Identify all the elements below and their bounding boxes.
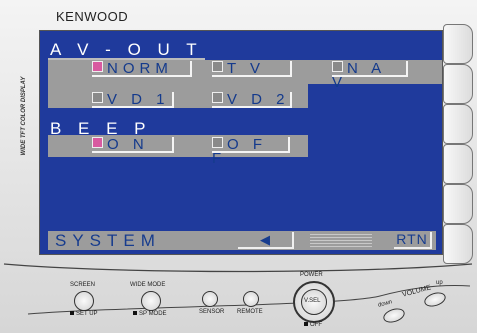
off-label: OFF bbox=[304, 322, 322, 328]
option-nav[interactable]: N A V bbox=[332, 61, 408, 90]
option-vd2[interactable]: V D 2 bbox=[212, 92, 292, 108]
checkbox-icon bbox=[212, 61, 223, 72]
side-key-4[interactable] bbox=[443, 144, 473, 184]
checkbox-icon bbox=[212, 92, 223, 103]
side-key-3[interactable] bbox=[443, 104, 473, 144]
remote-window bbox=[243, 291, 259, 307]
setup-label: SET UP bbox=[70, 311, 98, 317]
page-indicator bbox=[310, 234, 372, 247]
prev-arrow-button[interactable]: ◀ bbox=[238, 232, 294, 249]
device-bezel: KENWOOD WIDE TFT COLOR DISPLAY A V - O U… bbox=[0, 0, 477, 333]
option-norm[interactable]: NORM bbox=[92, 61, 192, 77]
volume-up-label: up bbox=[436, 280, 443, 286]
display-screen: A V - O U T NORM T V N A V V D 1 V D 2 B… bbox=[39, 30, 443, 255]
system-bar: SYSTEM ◀ RTN bbox=[48, 231, 436, 250]
screen-button[interactable] bbox=[74, 291, 94, 311]
sp-mode-label: SP MODE bbox=[133, 311, 167, 317]
vsel-label: V.SEL bbox=[304, 298, 321, 304]
av-out-heading: A V - O U T bbox=[48, 40, 205, 60]
sensor-label: SENSOR bbox=[199, 309, 225, 315]
selected-marker-icon bbox=[92, 61, 103, 72]
option-vd1[interactable]: V D 1 bbox=[92, 92, 174, 108]
checkbox-icon bbox=[212, 137, 223, 148]
option-tv[interactable]: T V bbox=[212, 61, 292, 77]
side-key-1[interactable] bbox=[443, 24, 473, 64]
remote-label: REMOTE bbox=[237, 309, 263, 315]
sensor-window bbox=[202, 291, 218, 307]
return-button[interactable]: RTN bbox=[394, 232, 432, 249]
side-key-strip bbox=[441, 22, 475, 264]
side-key-5[interactable] bbox=[443, 184, 473, 224]
checkbox-icon bbox=[92, 92, 103, 103]
left-arrow-icon: ◀ bbox=[260, 232, 270, 247]
vsel-inner-ring: V.SEL bbox=[301, 289, 327, 315]
side-display-text: WIDE TFT COLOR DISPLAY bbox=[21, 76, 27, 156]
brand-logo: KENWOOD bbox=[56, 9, 129, 24]
selected-marker-icon bbox=[92, 137, 103, 148]
side-key-2[interactable] bbox=[443, 64, 473, 104]
wide-mode-label: WIDE MODE bbox=[130, 282, 166, 288]
screen-label: SCREEN bbox=[70, 282, 96, 288]
power-label: POWER bbox=[300, 272, 323, 278]
option-off[interactable]: O F F bbox=[212, 137, 290, 166]
checkbox-icon bbox=[332, 61, 343, 72]
power-vsel-button[interactable]: V.SEL bbox=[293, 281, 335, 323]
wide-mode-button[interactable] bbox=[141, 291, 161, 311]
system-label: SYSTEM bbox=[55, 231, 161, 250]
option-on[interactable]: O N bbox=[92, 137, 174, 153]
